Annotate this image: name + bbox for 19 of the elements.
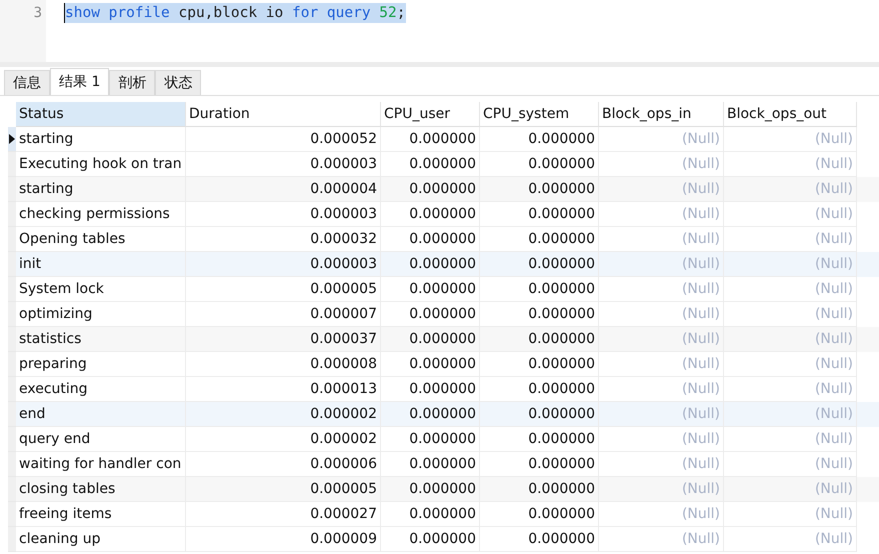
- column-header[interactable]: Duration: [186, 102, 381, 127]
- tab[interactable]: 结果 1: [50, 68, 110, 95]
- column-header[interactable]: Block_ops_in: [599, 102, 724, 127]
- column-header[interactable]: CPU_user: [381, 102, 480, 127]
- table-cell: (Null): [724, 527, 857, 552]
- table-cell: cleaning up: [16, 527, 186, 552]
- line-number: 3: [34, 4, 43, 23]
- row-pointer-icon: [9, 134, 15, 144]
- table-cell: 0.000000: [381, 527, 480, 552]
- table-cell: (Null): [599, 527, 724, 552]
- table-cell: 0.000000: [480, 527, 599, 552]
- tab[interactable]: 状态: [155, 70, 202, 95]
- table-cell: 0.000009: [186, 527, 381, 552]
- column-header[interactable]: Status: [16, 102, 186, 127]
- column-header[interactable]: Block_ops_out: [724, 102, 857, 127]
- tab[interactable]: 信息: [4, 70, 50, 95]
- column-header[interactable]: CPU_system: [480, 102, 599, 127]
- tab[interactable]: 剖析: [109, 70, 156, 95]
- row-header[interactable]: [8, 127, 16, 152]
